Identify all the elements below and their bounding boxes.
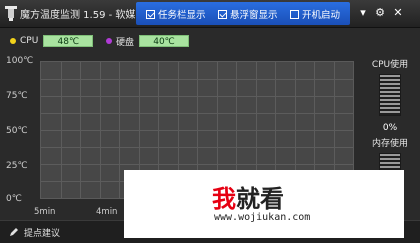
- y-tick-label: 25℃: [6, 161, 28, 171]
- taskbar-display-label: 任务栏显示: [158, 10, 206, 21]
- options-bar: 任务栏显示 悬浮窗显示 开机启动: [136, 2, 350, 25]
- watermark-logo-red: 我: [212, 185, 236, 213]
- app-window: 魔方温度监测 1.59 - 软媒 任务栏显示 悬浮窗显示 开机启动 ▾ ⚙ ✕ …: [0, 0, 420, 243]
- cpu-legend: CPU 48℃: [10, 34, 94, 48]
- pencil-icon[interactable]: [8, 226, 20, 238]
- cpu-label: CPU: [20, 36, 39, 46]
- floating-window-checkbox[interactable]: 悬浮窗显示: [218, 7, 278, 21]
- autostart-label: 开机启动: [302, 10, 341, 21]
- close-icon[interactable]: ✕: [391, 6, 405, 20]
- taskbar-display-checkbox[interactable]: 任务栏显示: [146, 7, 206, 21]
- checkbox-unchecked-icon: [290, 9, 299, 19]
- floating-window-label: 悬浮窗显示: [230, 10, 278, 21]
- app-title: 魔方温度监测 1.59 - 软媒: [20, 10, 136, 21]
- cpu-temp-value: 48℃: [43, 35, 94, 47]
- y-tick-label: 50℃: [6, 126, 28, 136]
- cpu-dot-icon: [10, 38, 16, 44]
- checkbox-checked-icon: [218, 9, 227, 19]
- x-tick-label: 4min: [96, 207, 118, 217]
- title-bar: 魔方温度监测 1.59 - 软媒 任务栏显示 悬浮窗显示 开机启动 ▾ ⚙ ✕: [0, 0, 420, 28]
- cpu-usage-value: 0%: [382, 123, 398, 133]
- menu-dropdown-button[interactable]: ▾: [356, 6, 370, 20]
- watermark-overlay: 我就看 www.wojiukan.com: [124, 170, 404, 238]
- watermark-logo-rest: 就看: [236, 185, 284, 213]
- cpu-usage-meter: [379, 74, 401, 116]
- y-tick-label: 100℃: [6, 56, 34, 66]
- disk-dot-icon: [106, 38, 112, 44]
- disk-label: 硬盘: [116, 37, 135, 48]
- x-tick-label: 5min: [34, 207, 56, 217]
- cpu-usage-title: CPU使用: [371, 60, 409, 70]
- memory-usage-title: 内存使用: [371, 139, 408, 149]
- gear-icon[interactable]: ⚙: [373, 6, 387, 20]
- watermark-logo: 我就看: [212, 179, 284, 214]
- watermark-url: www.wojiukan.com: [214, 212, 311, 223]
- checkbox-checked-icon: [146, 9, 155, 19]
- autostart-checkbox[interactable]: 开机启动: [290, 7, 340, 21]
- y-tick-label: 0℃: [6, 194, 22, 204]
- thermometer-app-icon: [5, 6, 17, 21]
- feedback-link[interactable]: 提点建议: [24, 226, 60, 239]
- y-tick-label: 75℃: [6, 91, 28, 101]
- cpu-usage-panel: CPU使用 0%: [362, 57, 418, 133]
- disk-temp-value: 40℃: [139, 35, 190, 47]
- disk-legend: 硬盘 40℃: [106, 34, 190, 48]
